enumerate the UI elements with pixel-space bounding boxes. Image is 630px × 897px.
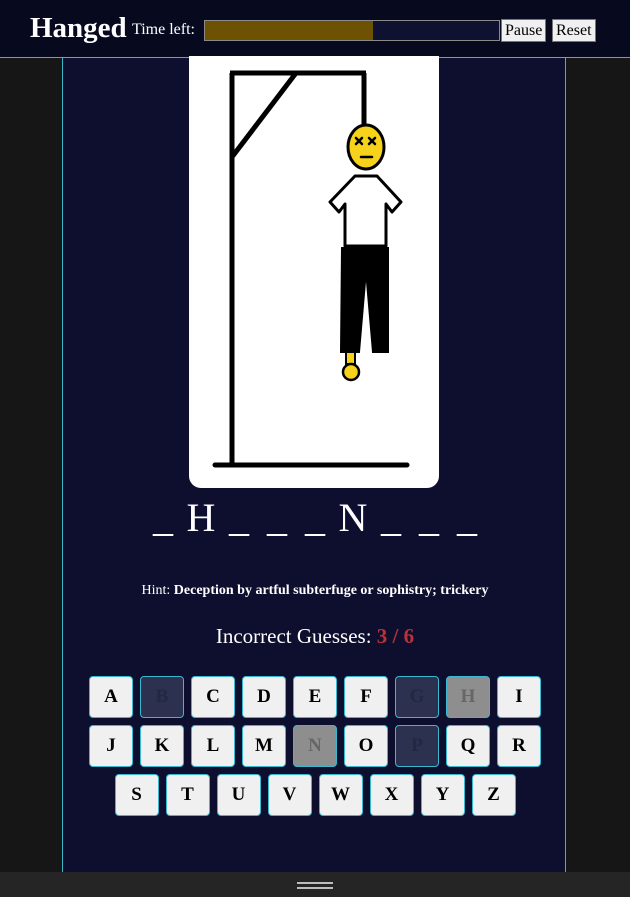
gallows-figure	[212, 70, 410, 468]
word-letter-slot: N	[338, 495, 368, 540]
letter-key-i[interactable]: I	[497, 676, 541, 718]
letter-key-t[interactable]: T	[165, 774, 210, 816]
letter-key-a[interactable]: A	[89, 676, 133, 718]
hint-text: Deception by artful subterfuge or sophis…	[173, 583, 489, 598]
hint: Hint: Deception by artful subterfuge or …	[0, 583, 630, 599]
incorrect-guesses-label: Incorrect Guesses:	[215, 624, 372, 648]
figure-shirt	[328, 174, 403, 248]
letter-key-o[interactable]: O	[344, 725, 388, 767]
letter-key-f[interactable]: F	[344, 676, 388, 718]
letter-key-n: N	[293, 725, 337, 767]
hangman-drawing	[189, 56, 439, 488]
header-bar: Hanged Time left: Pause Reset	[0, 0, 630, 58]
word-letter-slot: _	[153, 495, 173, 540]
letter-key-r[interactable]: R	[497, 725, 541, 767]
letter-key-x[interactable]: X	[369, 774, 414, 816]
reset-button[interactable]: Reset	[552, 19, 596, 42]
letter-key-u[interactable]: U	[216, 774, 261, 816]
word-letter-slot: _	[457, 495, 477, 540]
hint-label: Hint:	[141, 583, 171, 598]
pause-button[interactable]: Pause	[501, 19, 547, 42]
letter-key-z[interactable]: Z	[471, 774, 516, 816]
letter-key-k[interactable]: K	[140, 725, 184, 767]
letter-key-m[interactable]: M	[242, 725, 286, 767]
drag-handle-icon[interactable]	[297, 882, 333, 884]
letter-key-p: P	[395, 725, 439, 767]
letter-key-c[interactable]: C	[191, 676, 235, 718]
keyboard-row: STUVWXYZ	[0, 774, 630, 816]
timer-bar	[204, 20, 500, 41]
bottom-bar	[0, 872, 630, 897]
app-title: Hanged	[30, 12, 127, 44]
figure-ankle	[345, 351, 356, 365]
time-left-label: Time left:	[132, 21, 195, 38]
word-letter-slot: _	[419, 495, 439, 540]
word-letter-slot: _	[267, 495, 287, 540]
word-letter-slot: _	[305, 495, 325, 540]
gallows-brace	[230, 71, 298, 159]
letter-key-g: G	[395, 676, 439, 718]
word-letter-slot: _	[229, 495, 249, 540]
letter-key-d[interactable]: D	[242, 676, 286, 718]
letter-key-q[interactable]: Q	[446, 725, 490, 767]
keyboard-row: JKLMNOPQR	[0, 725, 630, 767]
letter-key-e[interactable]: E	[293, 676, 337, 718]
letter-key-s[interactable]: S	[114, 774, 159, 816]
word-letter-slot: _	[381, 495, 401, 540]
figure-pants	[339, 247, 389, 353]
letter-keyboard: ABCDEFGHI JKLMNOPQR STUVWXYZ	[0, 676, 630, 823]
word-letter-slot: H	[186, 495, 216, 540]
letter-key-v[interactable]: V	[267, 774, 312, 816]
drag-handle-icon[interactable]	[297, 887, 333, 889]
letter-key-y[interactable]: Y	[420, 774, 465, 816]
timer-fill	[205, 21, 373, 40]
keyboard-row: ABCDEFGHI	[0, 676, 630, 718]
letter-key-b: B	[140, 676, 184, 718]
letter-key-l[interactable]: L	[191, 725, 235, 767]
letter-key-w[interactable]: W	[318, 774, 363, 816]
word-display: _ H _ _ _ N _ _ _	[0, 490, 630, 546]
incorrect-guesses: Incorrect Guesses: 3 / 6	[0, 624, 630, 649]
figure-head	[346, 123, 386, 171]
figure-foot	[341, 362, 361, 382]
letter-key-h: H	[446, 676, 490, 718]
incorrect-guesses-count: 3 / 6	[376, 624, 415, 648]
letter-key-j[interactable]: J	[89, 725, 133, 767]
